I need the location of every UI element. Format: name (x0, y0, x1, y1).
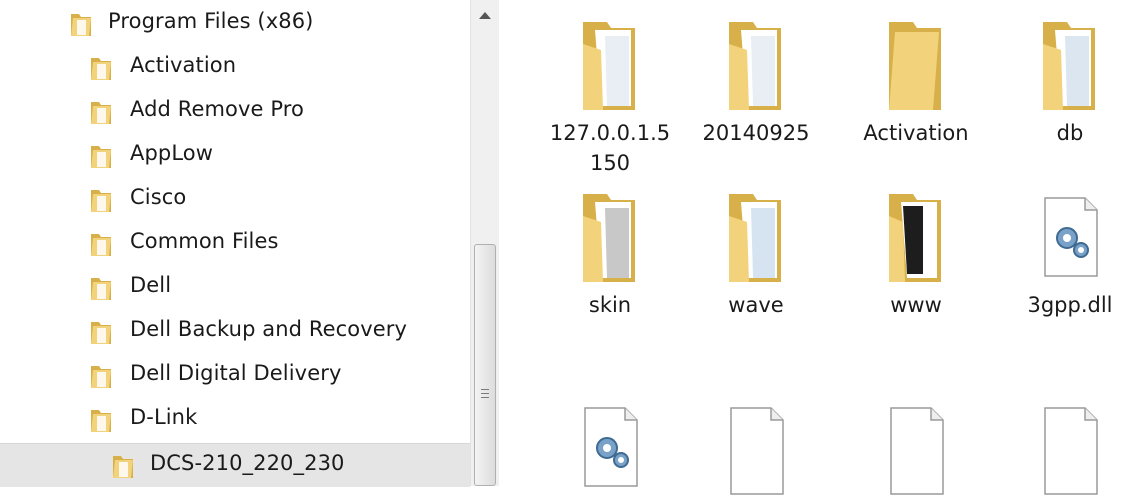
folder-icon (90, 275, 112, 301)
tree-vertical-scrollbar[interactable] (470, 0, 499, 486)
tree-item-label: D-Link (130, 405, 198, 429)
file-icon (851, 396, 981, 496)
folder-icon (90, 231, 112, 257)
tree-item-label: AppLow (130, 141, 213, 165)
scrollbar-thumb[interactable] (474, 244, 496, 486)
folder-icon (691, 186, 821, 286)
file-item-127-0-0-1-5150[interactable]: 127.0.0.1.5150 (545, 14, 675, 178)
folder-icon (545, 186, 675, 286)
file-item-name: db (1056, 121, 1084, 145)
tree-item-label: Add Remove Pro (130, 97, 304, 121)
tree-item-program-files-x86[interactable]: Program Files (x86) (0, 2, 470, 42)
tree-item-d-link[interactable]: D-Link (0, 398, 470, 438)
file-item-activation[interactable]: Activation (851, 14, 981, 148)
folder-icon (1005, 14, 1135, 114)
tree-item-dell[interactable]: Dell (0, 266, 470, 306)
tree-item-label: Activation (130, 53, 237, 77)
tree-item-cisco[interactable]: Cisco (0, 178, 470, 218)
file-item-name: 20140925 (702, 121, 810, 145)
file-item-blank-1[interactable] (691, 396, 821, 496)
file-item-name: wave (728, 293, 784, 317)
file-item-3gpp-dll[interactable]: 3gpp.dll (1005, 186, 1135, 320)
folder-icon (545, 14, 675, 114)
file-item-blank-2[interactable] (851, 396, 981, 496)
folder-icon (851, 186, 981, 286)
folder-icon (90, 407, 112, 433)
file-item-name: 3gpp.dll (1027, 293, 1113, 317)
tree-item-label: Program Files (x86) (108, 9, 314, 33)
dll-file-icon (1005, 186, 1135, 286)
folder-icon (112, 453, 134, 479)
file-item-name: www (890, 293, 942, 317)
file-item-name: 127.0.0.1.5150 (549, 121, 671, 175)
file-list: 127.0.0.1.5150 20140925 Activation db sk… (505, 0, 1136, 495)
tree-item-label: Dell Digital Delivery (130, 361, 342, 385)
file-item-www[interactable]: www (851, 186, 981, 320)
grip-icon (481, 389, 489, 401)
tree-item-dell-backup-and-recovery[interactable]: Dell Backup and Recovery (0, 310, 470, 350)
file-item-dll[interactable] (545, 396, 675, 496)
folder-icon (90, 363, 112, 389)
tree-item-label: Common Files (130, 229, 279, 253)
tree-item-label: Dell (130, 273, 172, 297)
arrow-up-icon (479, 12, 491, 19)
tree-item-add-remove-pro[interactable]: Add Remove Pro (0, 90, 470, 130)
file-item-wave[interactable]: wave (691, 186, 821, 320)
file-item-20140925[interactable]: 20140925 (691, 14, 821, 148)
file-item-name: skin (588, 293, 632, 317)
folder-icon (691, 14, 821, 114)
folder-icon (90, 55, 112, 81)
folder-icon (851, 14, 981, 114)
tree-item-activation[interactable]: Activation (0, 46, 470, 86)
tree-item-label: DCS-210_220_230 (150, 451, 345, 475)
file-item-name: Activation (863, 121, 969, 145)
navigation-tree: Program Files (x86) Activation Add Remov… (0, 0, 470, 487)
tree-item-dell-digital-delivery[interactable]: Dell Digital Delivery (0, 354, 470, 394)
dll-file-icon (545, 396, 675, 496)
file-icon (691, 396, 821, 496)
scroll-up-button[interactable] (471, 0, 499, 36)
tree-item-label: Dell Backup and Recovery (130, 317, 408, 341)
file-item-skin[interactable]: skin (545, 186, 675, 320)
folder-icon (90, 319, 112, 345)
folder-icon (90, 99, 112, 125)
tree-item-label: Cisco (130, 185, 187, 209)
file-icon (1005, 396, 1135, 496)
tree-item-common-files[interactable]: Common Files (0, 222, 470, 262)
file-item-blank-3[interactable] (1005, 396, 1135, 496)
tree-item-applow[interactable]: AppLow (0, 134, 470, 174)
file-item-db[interactable]: db (1005, 14, 1135, 148)
folder-icon (90, 187, 112, 213)
folder-icon (70, 11, 92, 37)
tree-item-dcs-210-220-230[interactable]: DCS-210_220_230 (0, 443, 470, 487)
folder-icon (90, 143, 112, 169)
